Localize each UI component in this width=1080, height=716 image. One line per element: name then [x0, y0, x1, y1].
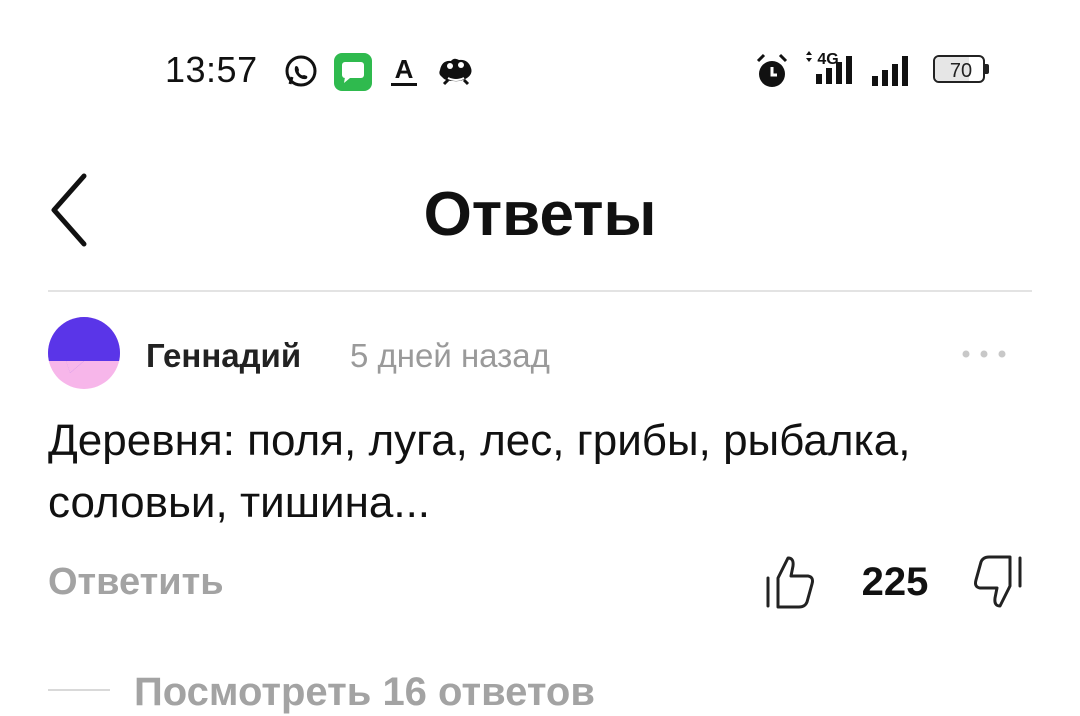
header-divider [48, 290, 1032, 292]
thumbs-up-icon [766, 556, 814, 609]
alarm-icon [756, 53, 788, 87]
svg-text:A: A [395, 54, 414, 84]
comment-text: Деревня: поля, луга, лес, грибы, рыбалка… [48, 416, 911, 527]
translate-icon: A [391, 54, 417, 86]
dislike-button[interactable] [968, 552, 1028, 612]
whatsapp-icon [285, 55, 317, 87]
battery-tip [985, 64, 989, 74]
like-button[interactable] [760, 552, 820, 612]
signal-4g-icon: 4G [806, 51, 852, 84]
frog-icon [439, 58, 472, 86]
status-time: 13:57 [165, 49, 258, 90]
replies-line [48, 689, 110, 691]
network-label: 4G [817, 51, 838, 68]
battery-level: 70 [949, 60, 973, 82]
thumbs-down-icon [974, 555, 1022, 608]
more-button[interactable] [956, 336, 1012, 372]
more-icon [962, 350, 1006, 358]
signal-icon [872, 56, 908, 86]
page-title: Ответы [423, 180, 657, 249]
like-count: 225 [861, 560, 929, 604]
battery-icon: 70 [933, 55, 989, 85]
avatar[interactable] [48, 317, 120, 389]
author-name[interactable]: Геннадий [146, 336, 301, 376]
reply-button[interactable]: Ответить [48, 558, 224, 606]
messages-icon [334, 53, 372, 91]
view-replies-button[interactable]: Посмотреть 16 ответов [134, 668, 595, 716]
battery-body: 70 [933, 55, 985, 83]
status-bar: 13:57 A 4G 70 [0, 0, 1080, 140]
header: Ответы [0, 140, 1080, 290]
comment-time: 5 дней назад [350, 337, 550, 374]
